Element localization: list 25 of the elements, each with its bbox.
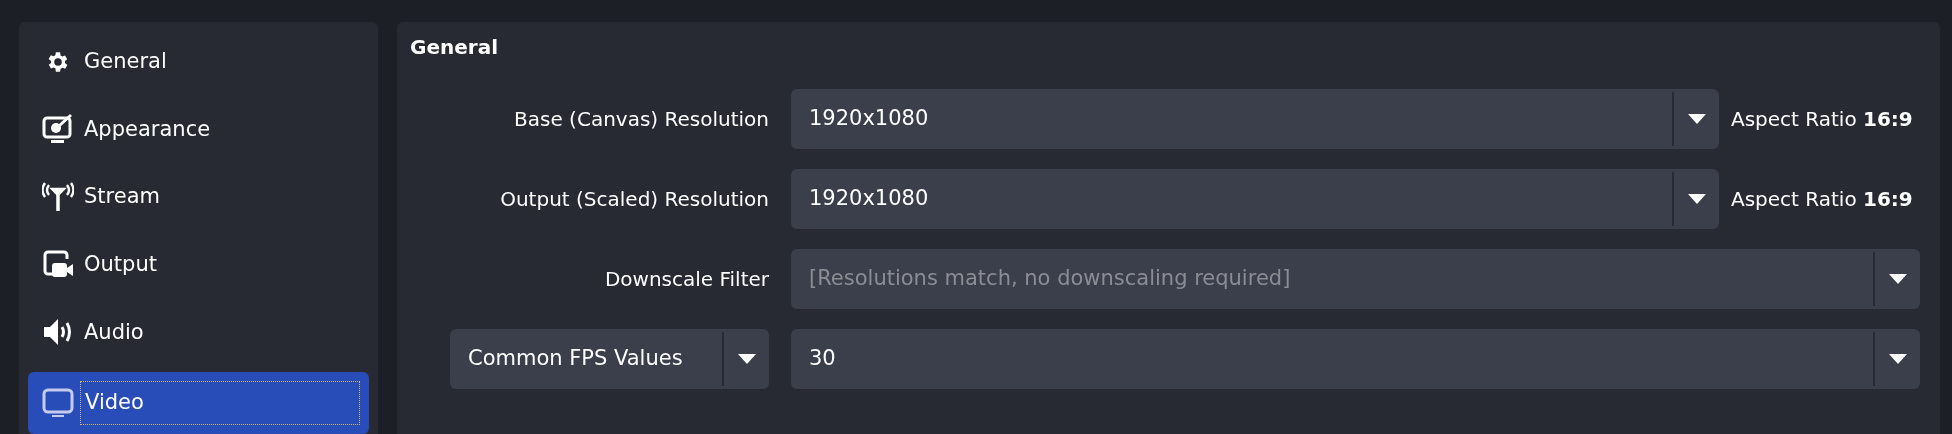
field-label: Output (Scaled) Resolution [499, 186, 769, 213]
sidebar-item[interactable]: Video [28, 372, 369, 434]
field-label: Downscale Filter [603, 266, 769, 293]
antenna-icon [42, 181, 74, 214]
sidebar-item[interactable]: Stream [28, 163, 369, 231]
sidebar-item[interactable]: General [28, 28, 369, 96]
sidebar-label: Audio [84, 318, 144, 346]
monitor-brush-icon [42, 113, 74, 146]
sidebar-label: Appearance [84, 115, 211, 143]
fps-mode-dropdown[interactable]: Common FPS Values [450, 329, 769, 389]
aspect-ratio-text: Aspect Ratio 16:9 [1731, 106, 1914, 133]
section-title: General [410, 34, 499, 61]
dropdown[interactable]: 1920x1080 [791, 169, 1719, 229]
aspect-ratio-text: Aspect Ratio 16:9 [1731, 186, 1914, 213]
monitor-icon [42, 387, 74, 420]
dropdown[interactable]: 30 [791, 329, 1920, 389]
sidebar-label: Output [84, 251, 157, 279]
dropdown[interactable]: 1920x1080 [791, 89, 1719, 149]
sidebar-label: General [84, 48, 167, 76]
sidebar-item[interactable]: Audio [28, 298, 369, 367]
sidebar-label: Stream [84, 183, 160, 211]
sidebar-label: Video [80, 381, 360, 426]
field-label: Base (Canvas) Resolution [513, 106, 769, 133]
sidebar-item[interactable]: Output [28, 230, 369, 299]
sidebar-item[interactable]: Appearance [28, 95, 369, 164]
